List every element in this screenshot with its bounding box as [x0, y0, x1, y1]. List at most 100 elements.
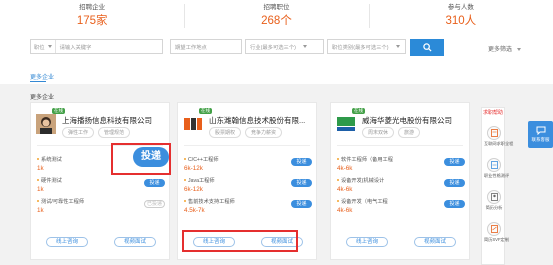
job-item: 设备开发(机械设计 4k-6k 投递 — [336, 177, 465, 199]
chevron-down-icon — [395, 45, 400, 48]
help-item-label: 互联网求职全程 — [484, 141, 514, 146]
card-actions: 线上咨询 视频面试 — [346, 237, 456, 247]
jobtype-select[interactable]: 职位类别(最多可选三个) — [327, 39, 406, 54]
company-tag: 股票期权 — [209, 127, 242, 138]
video-interview-button[interactable]: 视频面试 — [114, 237, 156, 247]
job-title[interactable]: 设备开发（电气工程 — [337, 198, 388, 205]
job-salary: 6k-12k — [184, 165, 203, 172]
stat-label: 参与人数 — [447, 4, 474, 11]
apply-button[interactable]: 投递 — [291, 200, 312, 208]
stats-bar: 招聘企业 175家 招聘职位 268个 参与人数 310人 — [0, 0, 553, 34]
online-badge: 在线 — [352, 108, 365, 114]
apply-button[interactable]: 投递 — [444, 158, 465, 166]
stat-value: 310人 — [445, 15, 477, 27]
job-title[interactable]: 硬件测试 — [37, 177, 62, 184]
help-sidebar-title: 求职帮助 — [482, 110, 503, 116]
company-tag: 管理规范 — [98, 127, 131, 138]
job-title[interactable]: Java工程师 — [184, 177, 215, 184]
job-salary: 4k-6k — [337, 207, 353, 214]
category-select[interactable]: 职位 — [31, 40, 56, 53]
job-title[interactable]: 软件工程师（备用工程 — [337, 156, 393, 163]
online-badge: 在线 — [52, 108, 65, 114]
job-title[interactable]: 测试/可靠性工程师 — [37, 198, 84, 205]
help-item[interactable]: 职业性格测评 — [484, 158, 510, 179]
keyword-search-group: 职位 请输入关键字 — [30, 39, 163, 54]
test-icon — [487, 158, 501, 172]
stat-jobs: 招聘职位 268个 — [184, 0, 368, 34]
job-item: 售前技术支持工程师 4.5k-7k 投递 — [184, 198, 312, 220]
apply-button[interactable]: 投递 — [444, 179, 465, 187]
job-item: 设备开发（电气工程 4k-6k 投递 — [337, 198, 465, 220]
stat-participants: 参与人数 310人 — [368, 0, 553, 34]
location-input[interactable]: 期望工作地点 — [170, 39, 242, 54]
jobtype-placeholder: 职位类别(最多可选三个) — [332, 44, 389, 51]
stat-label: 招聘企业 — [79, 4, 106, 11]
category-select-value: 职位 — [34, 44, 45, 51]
help-item-label: 职业性格测评 — [484, 173, 510, 178]
company-name[interactable]: 上海播扬信息科技有限公司 — [62, 115, 167, 126]
company-name[interactable]: 威海华菱光电股份有限公司 — [362, 115, 467, 126]
section-title: 更多企业 — [30, 95, 55, 101]
apply-button[interactable]: 投递 — [444, 200, 465, 208]
company-tag: 周末双休 — [362, 127, 395, 138]
company-tag: 竞争力薪资 — [245, 127, 283, 138]
company-tags: 弹性工作 管理规范 — [62, 127, 131, 138]
company-logo — [183, 114, 203, 134]
job-item: Java工程师 6k-12k 投递 — [184, 177, 312, 199]
company-tags: 股票期权 竞争力薪资 — [209, 127, 283, 138]
job-salary: 4k-6k — [337, 186, 353, 193]
chevron-down-icon — [302, 45, 307, 48]
company-logo — [36, 114, 56, 134]
help-sidebar: 求职帮助 互联网求职全程 职业性格测评 简历分析 简历SVF定制 — [481, 107, 514, 265]
person-photo-icon — [36, 114, 56, 134]
document-icon — [487, 126, 501, 140]
video-interview-button[interactable]: 视频面试 — [414, 237, 456, 247]
company-logo-icon — [336, 114, 356, 134]
help-item[interactable]: 简历分析 — [484, 190, 504, 211]
stat-value: 268个 — [261, 15, 292, 27]
industry-select[interactable]: 行业(最多可选三个) — [245, 39, 324, 54]
online-badge: 在线 — [199, 108, 212, 114]
job-title[interactable]: 售前技术支持工程师 — [184, 198, 235, 205]
search-button[interactable] — [410, 39, 444, 56]
customer-service-button[interactable]: 联系客服 — [528, 121, 553, 148]
help-item[interactable]: 简历SVF定制 — [484, 222, 509, 243]
stat-companies: 招聘企业 175家 — [0, 0, 184, 34]
more-filter-label: 更多筛选 — [488, 47, 513, 53]
apply-button[interactable]: 投递 — [144, 179, 165, 187]
divider — [337, 145, 463, 146]
industry-placeholder: 行业(最多可选三个) — [250, 44, 296, 51]
company-name[interactable]: 山东潍翰信息技术股份有限... — [209, 115, 314, 126]
job-title[interactable]: 设备开发(机械设计 — [336, 177, 384, 184]
help-item-label: 简历分析 — [485, 205, 503, 210]
customer-service-label: 联系客服 — [531, 137, 550, 142]
online-consult-button[interactable]: 线上咨询 — [46, 237, 88, 247]
job-title[interactable]: C/C++工程师 — [184, 156, 219, 163]
stat-label: 招聘职位 — [263, 4, 290, 11]
job-salary: 1k — [37, 186, 44, 193]
tab-more-companies[interactable]: 更多企业 — [30, 72, 54, 81]
tab-bar: 更多企业 — [0, 70, 553, 84]
help-item[interactable]: 互联网求职全程 — [484, 126, 514, 147]
online-consult-button[interactable]: 线上咨询 — [346, 237, 388, 247]
job-salary: 4k-6k — [337, 165, 353, 172]
applied-button: 已投递 — [144, 200, 165, 208]
job-title[interactable]: 系统测试 — [37, 156, 62, 163]
apply-button-large[interactable]: 投递 — [133, 147, 169, 167]
company-card[interactable]: 在线 上海播扬信息科技有限公司 弹性工作 管理规范 系统测试 1k 硬件测试 1… — [30, 102, 170, 260]
keyword-input[interactable]: 请输入关键字 — [56, 43, 96, 51]
more-filter-toggle[interactable]: 更多筛选 — [488, 44, 521, 53]
search-icon — [422, 43, 432, 52]
stat-value: 175家 — [76, 15, 108, 27]
job-salary: 6k-12k — [184, 186, 203, 193]
apply-button[interactable]: 投递 — [291, 158, 312, 166]
job-item: 软件工程师（备用工程 4k-6k 投递 — [337, 156, 465, 178]
highlight-box — [182, 230, 298, 252]
apply-button[interactable]: 投递 — [291, 179, 312, 187]
job-salary: 1k — [37, 165, 44, 172]
company-tag: 旅游 — [398, 127, 421, 138]
company-tags: 周末双休 旅游 — [362, 127, 421, 138]
job-item: 测试/可靠性工程师 1k 已投递 — [37, 198, 165, 220]
company-card[interactable]: 在线 威海华菱光电股份有限公司 周末双休 旅游 软件工程师（备用工程 4k-6k… — [330, 102, 470, 260]
chat-icon — [536, 126, 545, 136]
